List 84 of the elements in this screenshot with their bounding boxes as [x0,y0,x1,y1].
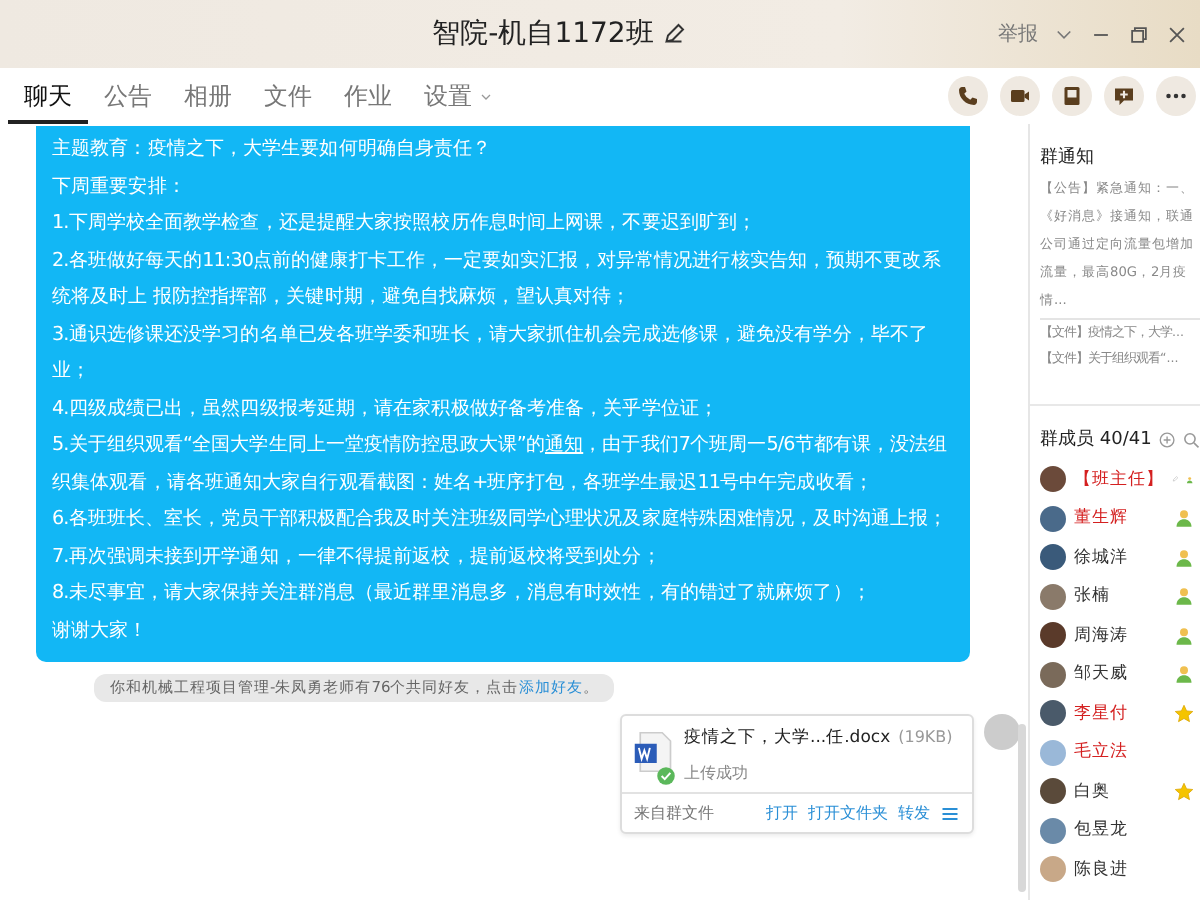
file-action-link[interactable]: 打开文件夹 [808,802,888,824]
screen-button[interactable] [1052,76,1092,116]
add-member-icon[interactable] [1157,429,1176,449]
avatar [1040,778,1066,805]
member-name: 徐城洋 [1074,545,1130,570]
avatar [1040,466,1066,493]
member-row[interactable]: 邹天威 [1040,655,1200,694]
member-row[interactable]: 徐城洋 [1040,538,1200,577]
avatar [1040,661,1066,688]
more-button[interactable] [1156,76,1196,116]
member-row[interactable]: 董生辉 [1040,499,1200,538]
video-camera-icon [1008,84,1032,108]
member-name: 白奥 [1074,779,1112,804]
member-row[interactable]: 包昱龙 [1040,811,1200,850]
member-name: 包昱龙 [1074,818,1130,843]
member-row[interactable]: 白奥 [1040,772,1200,811]
tab[interactable]: 相册 [168,68,248,124]
window-title: 智院-机自1172班 [432,16,654,52]
avatar [1040,739,1066,766]
avatar [1040,583,1066,610]
member-name: 李星付 [1074,701,1130,726]
message-text: 2.各班做好每天的11:30点前的健康打卡工作，一定要如实汇报，对异常情况进行核实告知，预期不更改系统将及时上 报防控指挥部，关键时期，避免自找麻烦，望认真对待； [52,247,943,312]
tab[interactable]: 文件 [248,68,328,124]
member-name: 【班主任】 [1074,467,1164,492]
person-badge-icon [1174,664,1194,685]
avatar [1040,817,1066,844]
edit-icon[interactable] [661,22,686,46]
menu-icon[interactable] [940,803,960,823]
add-message-button[interactable] [1104,76,1144,116]
message-text: 5.关于组织观看“全国大学生同上一堂疫情防控思政大课”的通知，由于我们7个班周一5/6节都有课，没法组织集体观看，请各班通知大家自行观看截图：姓名+班序打包，各班学生最迟11号中午完成收看； [52,432,950,497]
avatar [1040,622,1066,649]
member-row[interactable]: 【班主任】 [1040,460,1200,499]
star-badge-icon [1174,703,1194,724]
report-link[interactable]: 举报 [998,20,1038,48]
file-action-link[interactable]: 打开 [766,802,798,824]
section-title: 群通知 [1040,145,1096,170]
add-message-icon [1112,84,1136,108]
person-badge-icon [1174,586,1194,607]
message-text: 3.通识选修课还没学习的名单已发各班学委和班长，请大家抓住机会完成选修课，避免没有学分，毕不了业； [52,321,931,386]
file-size: (19KB) [898,728,953,746]
phone-icon [956,84,980,108]
close-icon[interactable] [1166,23,1188,45]
message-text: 8.未尽事宜，请大家保持关注群消息（最近群里消息多，消息有时效性，有的错过了就麻烦了）； [52,580,873,608]
member-name: 董生辉 [1074,506,1130,531]
star-badge-icon [1174,781,1194,802]
member-name: 陈良进 [1074,857,1130,882]
member-row[interactable]: 周海涛 [1040,616,1200,655]
word-document-icon [632,726,676,778]
section-title: 群成员 40/41 [1040,427,1152,452]
avatar [1040,505,1066,532]
member-name: 毛立法 [1074,740,1130,765]
member-row[interactable]: 陈良进 [1040,850,1200,889]
message-text: 谢谢大家！ [52,617,150,645]
phone-button[interactable] [948,76,988,116]
tab[interactable]: 作业 [328,68,408,124]
member-name: 张楠 [1074,584,1112,609]
message-text: 6.各班班长、室长，党员干部积极配合我及时关注班级同学心理状况及家庭特殊困难情况，及时沟通上报； [52,506,950,534]
person-badge-icon [1174,508,1194,529]
avatar [1040,700,1066,727]
message-text: 下周重要安排： [52,173,188,201]
file-source: 来自群文件 [634,802,716,824]
video-camera-button[interactable] [1000,76,1040,116]
message-text: 主题教育：疫情之下，大学生要如何明确自身责任？ [52,135,494,164]
member-row[interactable]: 张楠 [1040,577,1200,616]
member-row[interactable]: 李星付 [1040,694,1200,733]
person-badge-icon [1174,625,1194,646]
restore-icon[interactable] [1128,23,1150,45]
message-text: 7.再次强调未接到开学通知，一律不得提前返校，提前返校将受到处分； [52,543,663,571]
tab[interactable]: 设置 [408,68,510,124]
avatar [1040,856,1066,883]
success-check-icon [656,766,676,786]
message-text: 4.四级成绩已出，虽然四级报考延期，请在家积极做好备考准备，关乎学位证； [52,395,720,423]
screen-icon [1060,84,1084,108]
avatar [1040,544,1066,571]
upload-status: 上传成功 [684,762,750,784]
member-name: 周海涛 [1074,623,1130,648]
member-row[interactable]: 毛立法 [1040,733,1200,772]
file-name: 疫情之下，大学...任.docx [684,726,891,750]
file-action-link[interactable]: 转发 [898,802,930,824]
search-icon[interactable] [1181,429,1200,449]
member-name: 邹天威 [1074,662,1130,687]
person-badge-icon [1174,547,1194,568]
message-text: 1.下周学校全面教学检查，还是提醒大家按照校历作息时间上网课，不要迟到旷到； [52,210,759,238]
tab[interactable]: 公告 [88,68,168,124]
